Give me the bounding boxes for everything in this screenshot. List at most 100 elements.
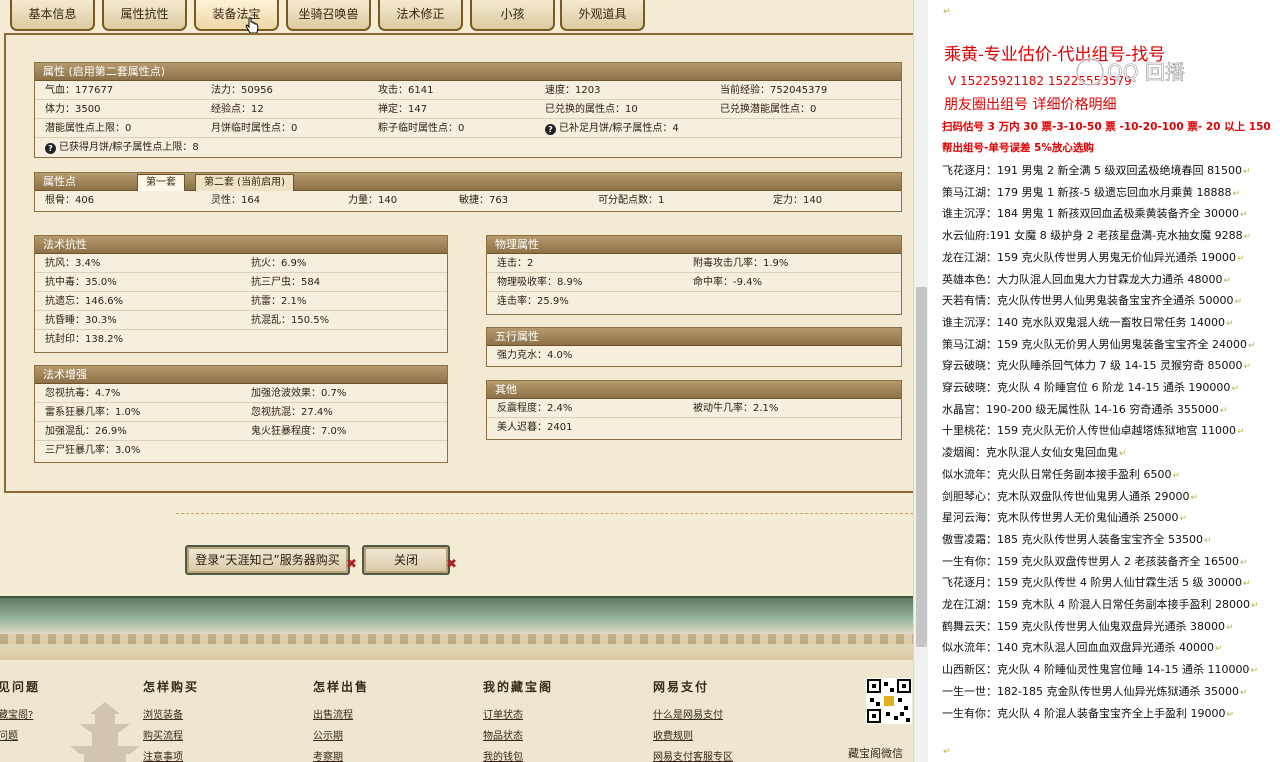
tab-basic-info[interactable]: 基本信息: [10, 0, 95, 31]
return-mark-icon: ↵: [1214, 644, 1223, 655]
attr-potential-cap: 潜能属性点上限：0: [45, 123, 132, 134]
footer-link[interactable]: 出售流程: [313, 705, 369, 726]
doc-item-line: 剑胆琴心：克木队双盘队传世仙鬼男人通杀 29000↵: [942, 488, 1198, 504]
cbg-game-panel: 基本信息 属性抗性 装备法宝 坐骑召唤兽 法术修正 小孩 外观道具 属性 (启用…: [0, 0, 913, 762]
attr-row: 体力：3500 经验点：12 禅定：147 已兑换的属性点：10 已兑换潜能属性…: [35, 100, 901, 119]
return-mark-icon: ↵: [1179, 514, 1188, 525]
doc-item-text: 天若有情：克火队传世男人仙男鬼装备宝宝齐全通杀 50000: [942, 294, 1234, 308]
stat-value: 连击：2: [497, 258, 534, 269]
tab-attr-resist[interactable]: 属性抗性: [102, 0, 187, 31]
points-agility: 敏捷：763: [459, 195, 509, 206]
doc-item-line: 十里桃花：159 克火队无价人传世仙卓越塔炼狱地宫 11000↵: [942, 422, 1245, 438]
stat-value: 抗三尸虫：584: [251, 277, 321, 288]
footer-link[interactable]: 考察期: [313, 747, 369, 762]
physical-section: 物理属性 连击：2 附毒攻击几率：1.9% 物理吸收率：8.9% 命中率：-9.4%…: [486, 235, 902, 315]
return-mark-icon: ↵: [1232, 188, 1240, 199]
footer-col-title: 网易支付: [653, 680, 710, 694]
close-button[interactable]: 关闭 ✖: [362, 545, 457, 575]
doc-item-text: 英雄本色：大力队混人回血鬼大力甘霖龙大力通杀 48000: [942, 272, 1223, 286]
footer-link[interactable]: 我的钱包: [483, 747, 553, 762]
stat-value: 抗火：6.9%: [251, 258, 307, 269]
footer-col-how-sell: 怎样出售 出售流程 公示期 考察期: [313, 678, 369, 762]
footer-col-title: 怎样购买: [143, 680, 200, 694]
footer-link[interactable]: 购买流程: [143, 726, 199, 747]
tab-equipment[interactable]: 装备法宝: [194, 0, 279, 31]
doc-price-line: 扫码估号 3 万内 30 票-3-10-50 票 -10-20-100 票- 2…: [942, 121, 1271, 133]
footer-link[interactable]: 物品状态: [483, 726, 553, 747]
doc-item-text: 一生有你：克火队 4 阶混人装备宝宝齐全上手盈利 19000: [942, 706, 1226, 720]
login-server-buy-button[interactable]: 登录“天涯知己”服务器购买 ✖: [185, 545, 357, 575]
return-mark-icon: ↵: [1190, 492, 1199, 503]
stat-value: 三尸狂暴几率：3.0%: [45, 445, 141, 456]
spell-boost-section: 法术增强 忽视抗毒：4.7% 加强沧波效果：0.7% 雷系狂暴几率：1.0% 忽视抗…: [34, 365, 448, 463]
doc-item-text: 星河云海：克木队传世男人无价鬼仙通杀 25000: [942, 511, 1179, 525]
doc-item-line: 水晶宫：190-200 级无属性队 14-16 穷奇通杀 355000↵: [942, 401, 1227, 417]
attr-points-cap-text: 已获得月饼/粽子属性点上限：8: [59, 142, 199, 153]
return-mark-icon: ↵: [1239, 687, 1248, 698]
return-mark-icon: ↵: [1243, 362, 1251, 373]
attr-mooncake-temp: 月饼临时属性点：0: [211, 123, 298, 134]
question-icon[interactable]: ?: [545, 124, 556, 135]
stat-value: 附毒攻击几率：1.9%: [693, 258, 789, 269]
points-spirit: 灵性：164: [211, 195, 261, 206]
footer-link[interactable]: 问题: [0, 726, 40, 747]
doc-item-line: 似水流年：克火队日常任务副本接手盈利 6500↵: [942, 466, 1180, 482]
tab-child[interactable]: 小孩: [470, 0, 555, 31]
stat-row: 物理吸收率：8.9% 命中率：-9.4%: [487, 273, 901, 292]
footer-link[interactable]: 公示期: [313, 726, 369, 747]
spell-resist-title: 法术抗性: [35, 236, 447, 254]
other-section: 其他 反震程度：2.4% 被动牛几率：2.1% 美人迟暮：2401: [486, 380, 902, 440]
subtab-set-1[interactable]: 第一套: [137, 174, 185, 191]
attr-mp: 法力：50956: [211, 85, 273, 96]
tab-appearance-items[interactable]: 外观道具: [560, 0, 645, 31]
qr-code-icon: [866, 678, 912, 724]
footer-link[interactable]: 订单状态: [483, 705, 553, 726]
vertical-scrollbar[interactable]: [913, 0, 928, 762]
return-mark-icon: ↵: [1247, 340, 1256, 351]
doc-item-line: 穿云破晓：克火队 4 阶睡宫位 6 阶龙 14-15 通杀 190000↵: [942, 379, 1239, 395]
attr-attack: 攻击：6141: [378, 85, 434, 96]
footer-col-my-cbg: 我的藏宝阁 订单状态 物品状态 我的钱包: [483, 678, 553, 762]
footer-link[interactable]: 浏览装备: [143, 705, 199, 726]
footer-link[interactable]: 注意事项: [143, 747, 199, 762]
doc-item-line: 傲雪凌霜：185 克火队传世男人装备宝宝齐全 53500↵: [942, 531, 1212, 547]
doc-item-text: 穿云破晓：克火队睡杀回气体力 7 级 14-15 灵猴穷奇 85000: [942, 359, 1243, 373]
stat-value: 抗遗忘：146.6%: [45, 296, 124, 307]
doc-item-text: 十里桃花：159 克火队无价人传世仙卓越塔炼狱地宫 11000: [942, 424, 1236, 438]
points-section: 属性点 第一套 第二套 (当前启用) 根骨：406 灵性：164 力量：140 …: [34, 172, 902, 212]
attr-exp-points: 经验点：12: [211, 104, 264, 115]
attr-row: 潜能属性点上限：0 月饼临时属性点：0 粽子临时属性点：0 ? 已补足月饼/粽子属…: [35, 119, 901, 138]
footer-link[interactable]: 收费规则: [653, 726, 733, 747]
doc-item-line: 飞花逐月：159 克火队传世 4 阶男人仙甘霖生活 5 级 30000↵: [942, 574, 1251, 590]
points-row: 根骨：406 灵性：164 力量：140 敏捷：763 可分配点数：1 定力：1…: [35, 191, 901, 210]
subtab-set-2[interactable]: 第二套 (当前启用): [195, 174, 294, 191]
footer-col-netease-pay: 网易支付 什么是网易支付 收费规则 网易支付客服专区: [653, 678, 733, 762]
return-mark-icon: ↵: [1243, 232, 1252, 243]
footer-link[interactable]: 网易支付客服专区: [653, 747, 733, 762]
tab-mount-summon[interactable]: 坐骑召唤兽: [286, 0, 371, 31]
stat-value: 忽视抗毒：4.7%: [45, 388, 121, 399]
stat-value: 抗雷：2.1%: [251, 296, 307, 307]
spell-boost-title: 法术增强: [35, 366, 447, 384]
close-mark-icon: ✖: [346, 557, 357, 572]
doc-item-text: 策马江湖：159 克火队无价男人男仙男鬼装备宝宝齐全 24000: [942, 337, 1247, 351]
doc-item-line: 天若有情：克火队传世男人仙男鬼装备宝宝齐全通杀 50000↵: [942, 292, 1242, 308]
stat-row: 雷系狂暴几率：1.0% 忽视抗混：27.4%: [35, 403, 447, 422]
footer-col-faq: 见问题 藏宝阁? 问题: [0, 678, 40, 747]
attr-hp: 气血：177677: [45, 85, 114, 96]
stat-row: 反震程度：2.4% 被动牛几率：2.1%: [487, 399, 901, 418]
doc-item-line: 水云仙府:191 女魔 8 级护身 2 老孩星盘满-克水抽女魔 9288↵: [942, 227, 1251, 243]
footer-link[interactable]: 藏宝阁?: [0, 705, 40, 726]
footer-link[interactable]: 什么是网易支付: [653, 705, 733, 726]
doc-item-text: 山西新区：克火队 4 阶睡仙灵性鬼宫位睡 14-15 通杀 110000: [942, 663, 1250, 677]
doc-item-text: 水晶宫：190-200 级无属性队 14-16 穷奇通杀 355000: [942, 402, 1219, 416]
tab-spell-correction[interactable]: 法术修正: [378, 0, 463, 31]
stat-row: 抗遗忘：146.6% 抗雷：2.1%: [35, 292, 447, 311]
attr-points-cap: ? 已获得月饼/粽子属性点上限：8: [45, 138, 199, 157]
question-icon[interactable]: ?: [45, 143, 56, 154]
scrollbar-thumb[interactable]: [916, 287, 927, 647]
attr-exp: 当前经验：752045379: [720, 85, 828, 96]
wuxing-title: 五行属性: [487, 328, 901, 346]
return-mark-icon: ↵: [1172, 470, 1181, 481]
stat-row: 抗风：3.4% 抗火：6.9%: [35, 254, 447, 273]
